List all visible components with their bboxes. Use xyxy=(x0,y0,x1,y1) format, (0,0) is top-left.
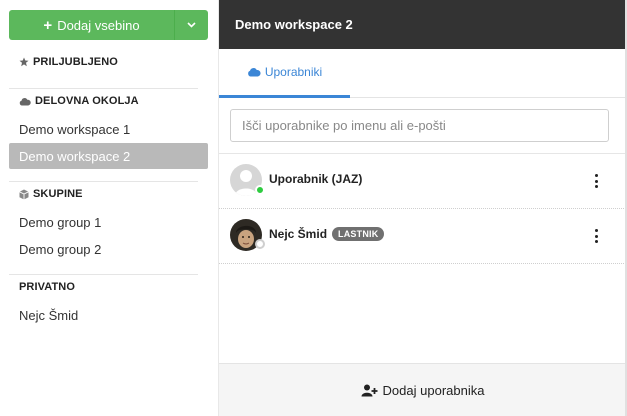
tab-users[interactable]: Uporabniki xyxy=(219,49,350,98)
chevron-down-icon xyxy=(187,22,196,28)
tab-label: Uporabniki xyxy=(264,65,323,79)
section-title-favorites[interactable]: PRILJUBLJENO xyxy=(19,56,118,68)
section-title-label: PRIVATNO xyxy=(19,281,76,293)
user-name: Uporabnik (JAZ) xyxy=(269,172,362,186)
sidebar-item-demo-workspace-2[interactable]: Demo workspace 2 xyxy=(9,143,208,169)
more-options-icon[interactable] xyxy=(590,228,602,244)
workspace-panel: Demo workspace 2 Uporabniki Uporabnik (J… xyxy=(218,0,626,416)
section-title-private[interactable]: PRIVATNO xyxy=(19,281,75,293)
sidebar-item-label: Demo workspace 1 xyxy=(19,121,131,137)
panel-footer: Dodaj uporabnika xyxy=(219,363,626,416)
section-title-label: PRILJUBLJENO xyxy=(33,56,118,68)
section-title-label: DELOVNA OKOLJA xyxy=(35,95,139,107)
panel-header: Demo workspace 2 xyxy=(219,0,626,49)
sidebar-item-nejc-smid[interactable]: Nejc Šmid xyxy=(9,302,208,328)
search-users-input[interactable] xyxy=(230,109,609,142)
sidebar-item-label: Demo group 2 xyxy=(19,241,102,257)
sidebar-item-label: Demo group 1 xyxy=(19,214,102,230)
user-row[interactable]: Nejc Šmid LASTNIK xyxy=(219,209,626,264)
user-name: Nejc Šmid LASTNIK xyxy=(269,227,385,241)
sidebar-item-demo-group-1[interactable]: Demo group 1 xyxy=(9,209,208,235)
divider xyxy=(9,181,198,182)
more-options-icon[interactable] xyxy=(590,173,602,189)
user-plus-icon xyxy=(361,384,378,397)
cloud-icon xyxy=(247,68,261,77)
sidebar-item-label: Demo workspace 2 xyxy=(19,148,131,164)
section-title-workspaces[interactable]: DELOVNA OKOLJA xyxy=(19,95,139,107)
add-content-button-group: + Dodaj vsebino xyxy=(9,10,208,40)
cube-icon xyxy=(19,189,29,199)
section-title-groups[interactable]: SKUPINE xyxy=(19,188,83,200)
user-row[interactable]: Uporabnik (JAZ) xyxy=(219,154,626,209)
sidebar-item-demo-group-2[interactable]: Demo group 2 xyxy=(9,236,208,262)
owner-badge: LASTNIK xyxy=(332,227,385,241)
star-icon xyxy=(19,57,29,67)
sidebar-item-demo-workspace-1[interactable]: Demo workspace 1 xyxy=(9,116,208,142)
user-name-label: Uporabnik (JAZ) xyxy=(269,172,363,186)
divider xyxy=(9,274,198,275)
add-user-label: Dodaj uporabnika xyxy=(382,383,485,398)
page-title: Demo workspace 2 xyxy=(235,17,353,32)
add-content-dropdown-button[interactable] xyxy=(174,10,208,40)
add-content-button[interactable]: + Dodaj vsebino xyxy=(9,10,174,40)
tab-bar: Uporabniki xyxy=(219,49,626,98)
add-user-button[interactable]: Dodaj uporabnika xyxy=(219,364,626,416)
add-content-label: Dodaj vsebino xyxy=(57,17,140,33)
offline-status-dot xyxy=(255,239,265,249)
sidebar-item-label: Nejc Šmid xyxy=(19,307,79,323)
online-status-dot xyxy=(255,185,265,195)
plus-icon: + xyxy=(43,16,53,34)
divider xyxy=(9,88,198,89)
section-title-label: SKUPINE xyxy=(33,188,83,200)
sidebar: + Dodaj vsebino PRILJUBLJENO DELOVNA OKO… xyxy=(0,0,218,416)
cloud-icon xyxy=(19,97,31,105)
user-name-label: Nejc Šmid xyxy=(269,227,328,241)
